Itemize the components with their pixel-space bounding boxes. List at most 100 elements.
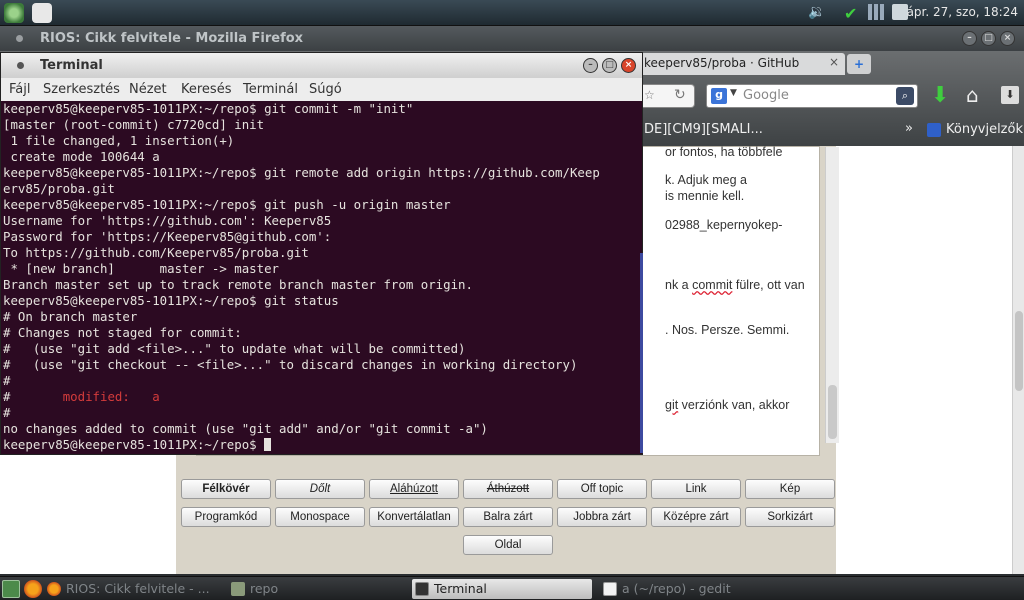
terminal-line: erv85/proba.git — [3, 181, 115, 196]
firefox-launcher-icon[interactable] — [24, 580, 42, 598]
task-label: Terminal — [434, 581, 487, 596]
bookmark-item[interactable]: DE][CM9][SMALI... — [644, 122, 763, 137]
terminal-line-modified: # modified: a — [3, 389, 160, 404]
tab-github[interactable]: keeperv85/proba · GitHub × — [640, 53, 845, 75]
volume-icon[interactable]: 🔉 — [808, 4, 825, 20]
google-icon[interactable]: g — [711, 88, 727, 104]
unconvertible-button[interactable]: Konvertálatlan — [369, 507, 459, 527]
terminal-line: keeperv85@keeperv85-1011PX:~/repo$ git r… — [3, 165, 600, 180]
terminal-line: * [new branch] master -> master — [3, 261, 280, 276]
terminal-line: create mode 100644 a — [3, 149, 160, 164]
terminal-line: Branch master set up to track remote bra… — [3, 277, 473, 292]
editor-scroll-thumb[interactable] — [828, 385, 837, 439]
minimize-button[interactable]: – — [962, 31, 977, 46]
align-left-button[interactable]: Balra zárt — [463, 507, 553, 527]
firefox-icon — [47, 582, 61, 596]
task-files[interactable]: repo — [228, 579, 404, 599]
bold-button[interactable]: Félkövér — [181, 479, 271, 499]
search-input[interactable]: g ▼ Google ⌕ — [706, 84, 918, 108]
reload-icon[interactable]: ↻ — [674, 87, 686, 103]
align-right-button[interactable]: Jobbra zárt — [557, 507, 647, 527]
terminal-line: keeperv85@keeperv85-1011PX:~/repo$ git c… — [3, 101, 414, 116]
menu-help[interactable]: Súgó — [309, 82, 342, 97]
taskbar: RIOS: Cikk felvitele - ... repo Terminal… — [0, 576, 1024, 600]
app-menu-icon[interactable] — [4, 3, 24, 23]
image-button[interactable]: Kép — [745, 479, 835, 499]
chevron-down-icon[interactable]: ▼ — [730, 88, 737, 98]
terminal-output[interactable]: keeperv85@keeperv85-1011PX:~/repo$ git c… — [1, 101, 642, 454]
settings-icon[interactable] — [32, 3, 52, 23]
terminal-line: # On branch master — [3, 309, 138, 324]
maximize-button[interactable]: □ — [981, 31, 996, 46]
task-firefox[interactable]: RIOS: Cikk felvitele - ... — [44, 579, 220, 599]
close-button[interactable]: × — [1000, 31, 1015, 46]
terminal-line: keeperv85@keeperv85-1011PX:~/repo$ git p… — [3, 197, 451, 212]
menu-terminal[interactable]: Terminál — [243, 82, 298, 97]
link-button[interactable]: Link — [651, 479, 741, 499]
clock[interactable]: ápr. 27, szo, 18:24 — [907, 5, 1018, 19]
terminal-line: # (use "git checkout -- <file>..." to di… — [3, 357, 578, 372]
home-icon[interactable]: ⌂ — [966, 83, 979, 107]
terminal-minimize-button[interactable]: – — [583, 58, 598, 73]
download-icon[interactable]: ⬇ — [931, 83, 949, 108]
folder-icon — [231, 582, 245, 596]
show-desktop-icon[interactable] — [2, 580, 20, 598]
menu-view[interactable]: Nézet — [129, 82, 167, 97]
terminal-dot-icon — [17, 62, 24, 69]
page-text-3: is mennie kell. — [665, 189, 745, 203]
italic-button[interactable]: Dőlt — [275, 479, 365, 499]
firefox-dot-icon — [16, 35, 23, 42]
monospace-button[interactable]: Monospace — [275, 507, 365, 527]
terminal-line: # (use "git add <file>..." to update wha… — [3, 341, 466, 356]
modified-file: modified: a — [62, 389, 160, 404]
signal-icon[interactable] — [868, 4, 884, 20]
terminal-prompt-line[interactable]: keeperv85@keeperv85-1011PX:~/repo$ — [3, 437, 640, 453]
terminal-line: # — [3, 373, 11, 388]
terminal-maximize-button[interactable]: □ — [602, 58, 617, 73]
search-icon[interactable]: ⌕ — [896, 87, 914, 105]
page-scrollbar[interactable] — [1012, 146, 1024, 574]
task-gedit[interactable]: a (~/repo) - gedit — [600, 579, 800, 599]
offtopic-button[interactable]: Off topic — [557, 479, 647, 499]
menu-icon[interactable]: ⬇ — [1001, 86, 1019, 104]
terminal-window: Terminal – □ × Fájl Szerkesztés Nézet Ke… — [0, 52, 643, 455]
menu-search[interactable]: Keresés — [181, 82, 231, 97]
terminal-close-button[interactable]: × — [621, 58, 636, 73]
page-scroll-thumb[interactable] — [1015, 311, 1023, 391]
firefox-titlebar[interactable]: RIOS: Cikk felvitele - Mozilla Firefox –… — [0, 26, 1024, 51]
url-bar[interactable]: ☆ ↻ — [640, 84, 695, 108]
network-icon[interactable]: ✔ — [844, 4, 860, 23]
page-text-6: . Nos. Persze. Semmi. — [665, 323, 790, 337]
page-text-4: 02988_kepernyokep- — [665, 218, 783, 232]
menu-edit[interactable]: Szerkesztés — [43, 82, 120, 97]
menu-file[interactable]: Fájl — [9, 82, 30, 97]
terminal-titlebar[interactable]: Terminal – □ × — [1, 53, 642, 78]
new-tab-button[interactable]: + — [847, 54, 871, 74]
page-text-5: nk a commit fülre, ott van — [665, 278, 805, 292]
strikethrough-button[interactable]: Áthúzott — [463, 479, 553, 499]
top-panel: 🔉 ✔ ápr. 27, szo, 18:24 — [0, 0, 1024, 26]
terminal-scroll-edge — [640, 253, 643, 453]
code-button[interactable]: Programkód — [181, 507, 271, 527]
editor-scrollbar[interactable] — [825, 147, 839, 443]
terminal-line: [master (root-commit) c7720cd] init — [3, 117, 265, 132]
page-button[interactable]: Oldal — [463, 535, 553, 555]
bookmarks-overflow[interactable]: » — [905, 121, 913, 136]
terminal-line: # Changes not staged for commit: — [3, 325, 242, 340]
bookmarks-folder-icon — [927, 123, 941, 137]
gedit-icon — [603, 582, 617, 596]
bookmarks-menu[interactable]: Könyvjelzők — [946, 122, 1023, 137]
tab-close-icon[interactable]: × — [829, 55, 839, 69]
bookmark-star-icon[interactable]: ☆ — [644, 88, 655, 102]
page-text-2: k. Adjuk meg a — [665, 173, 747, 187]
justify-button[interactable]: Sorkizárt — [745, 507, 835, 527]
center-button[interactable]: Középre zárt — [651, 507, 741, 527]
underline-button[interactable]: Aláhúzott — [369, 479, 459, 499]
terminal-line: To https://github.com/Keeperv85/proba.gi… — [3, 245, 309, 260]
page-text-7: git verziónk van, akkor — [665, 398, 790, 412]
terminal-menubar: Fájl Szerkesztés Nézet Keresés Terminál … — [1, 78, 642, 101]
terminal-title: Terminal — [40, 58, 103, 73]
terminal-line: Username for 'https://github.com': Keepe… — [3, 213, 332, 228]
terminal-prompt: keeperv85@keeperv85-1011PX:~/repo$ — [3, 437, 265, 452]
task-terminal[interactable]: Terminal — [412, 579, 592, 599]
